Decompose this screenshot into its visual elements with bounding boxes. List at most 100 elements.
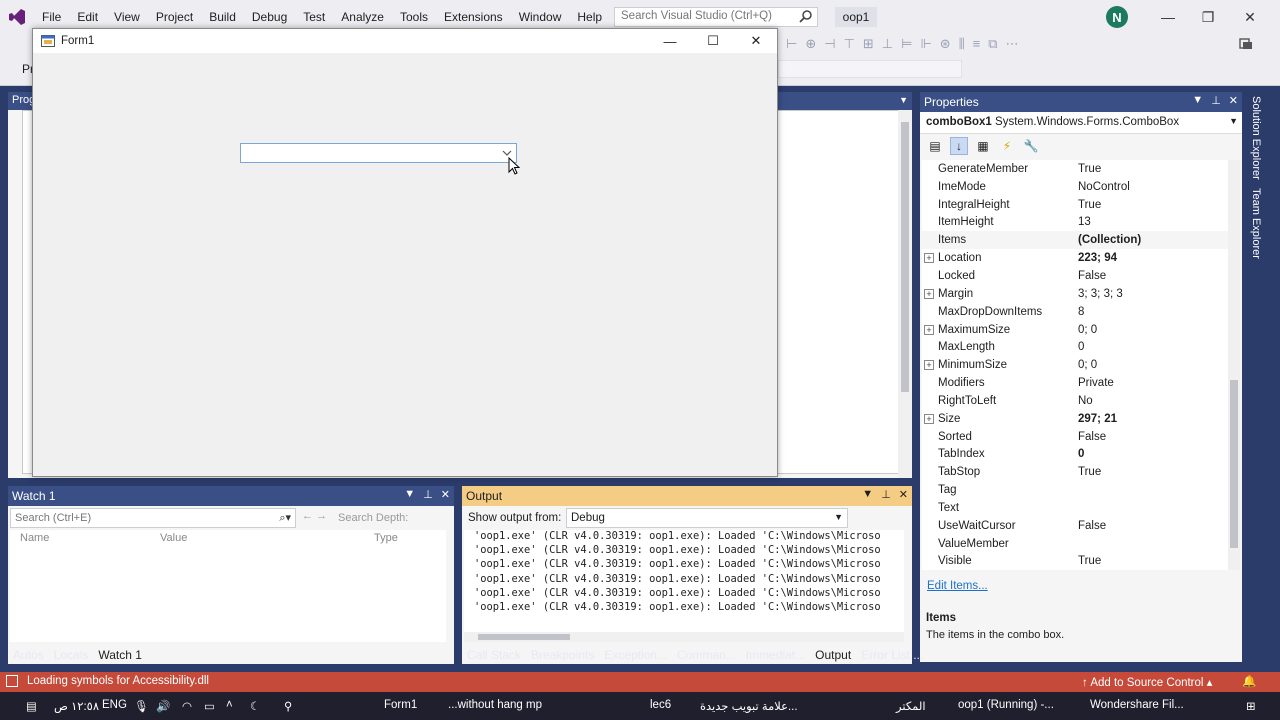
search-input[interactable]: Search Visual Studio (Ctrl+Q) <box>614 7 818 27</box>
taskbar-item-lec6[interactable]: lec6 <box>650 699 671 711</box>
close-button[interactable]: ✕ <box>1228 0 1272 34</box>
order-icon[interactable]: ⧉ <box>988 36 997 52</box>
expand-icon[interactable]: + <box>924 288 934 299</box>
expand-icon[interactable]: + <box>924 360 934 371</box>
tab-locals[interactable]: Locals <box>49 646 94 664</box>
tab-autos[interactable]: Autos <box>8 646 49 664</box>
scroll-thumb[interactable] <box>901 122 909 392</box>
align-center-icon[interactable]: ⊕ <box>805 36 816 52</box>
menu-extensions[interactable]: Extensions <box>436 10 511 24</box>
property-row[interactable]: IntegralHeight True <box>922 196 1234 214</box>
hspace-icon[interactable]: ⫼ <box>959 36 965 52</box>
back-forward-icon[interactable]: ← → <box>302 510 327 522</box>
night-light-icon[interactable]: ☾ <box>250 699 260 713</box>
edit-items-link[interactable]: Edit Items... <box>927 580 988 592</box>
property-row[interactable]: Locked False <box>922 267 1234 285</box>
property-row[interactable]: ImeMode NoControl <box>922 178 1234 196</box>
same-height-icon[interactable]: ⊩ <box>920 36 931 52</box>
notifications-icon[interactable]: ▤ <box>26 699 37 713</box>
property-row[interactable]: + Size 297; 21 <box>922 410 1234 428</box>
tab-breakpoints[interactable]: Breakpoints <box>526 646 599 664</box>
menu-help[interactable]: Help <box>569 10 610 24</box>
close-icon[interactable]: ✕ <box>441 488 450 501</box>
vspace-icon[interactable]: ≡ <box>973 36 981 52</box>
tab-call-stack[interactable]: Call Stack <box>462 646 526 664</box>
menu-test[interactable]: Test <box>295 10 333 24</box>
property-pages-icon[interactable]: 🔧 <box>1022 137 1040 155</box>
property-row-selected[interactable]: Items (Collection) <box>922 231 1234 250</box>
tab-error-list[interactable]: Error List ... <box>856 646 928 664</box>
battery-icon[interactable]: ▭ <box>204 699 215 713</box>
property-row[interactable]: ItemHeight 13 <box>922 214 1234 232</box>
taskbar-item-folder[interactable]: المكتر <box>896 699 926 713</box>
solution-explorer-tab[interactable]: Solution Explorer <box>1250 96 1262 180</box>
pin-icon[interactable]: ⊥ <box>1211 94 1221 107</box>
property-row[interactable]: + MaximumSize 0; 0 <box>922 321 1234 339</box>
dropdown-icon[interactable]: ▼ <box>862 488 873 501</box>
categorized-icon[interactable]: ▤ <box>926 137 944 155</box>
scroll-thumb[interactable] <box>478 634 570 640</box>
align-left-icon[interactable]: ⊢ <box>786 36 797 52</box>
chevron-down-icon[interactable]: ▼ <box>834 512 843 522</box>
taskbar-item-browser[interactable]: علامة تبويب جديدة... <box>700 699 798 713</box>
chevron-up-icon[interactable]: ˄ <box>226 699 233 711</box>
property-row[interactable]: Modifiers Private <box>922 374 1234 392</box>
menu-file[interactable]: File <box>34 10 69 24</box>
tab-immediate-window[interactable]: Immediat... <box>741 646 810 664</box>
output-source-dropdown[interactable]: Debug ▼ <box>566 508 848 528</box>
taskbar-clock[interactable]: ١٢:٥٨ ص <box>54 699 99 713</box>
expand-icon[interactable]: + <box>924 324 934 335</box>
watch-search-input[interactable]: Search (Ctrl+E) ⌕▾ <box>10 508 296 528</box>
restore-button[interactable]: ❐ <box>1186 0 1230 34</box>
property-row[interactable]: Tag <box>922 481 1234 499</box>
align-top-icon[interactable]: ⊤ <box>844 36 855 52</box>
designer-scrollbar[interactable] <box>898 110 912 478</box>
object-selector[interactable]: comboBox1 System.Windows.Forms.ComboBox … <box>920 112 1242 134</box>
search-icon[interactable]: ⌕▾ <box>279 511 291 525</box>
taskbar-item-wondershare[interactable]: Wondershare Fil... <box>1090 699 1184 711</box>
add-to-source-control-button[interactable]: ↑ Add to Source Control ▴ <box>1082 675 1212 689</box>
output-text[interactable]: 'oop1.exe' (CLR v4.0.30319: oop1.exe): L… <box>464 530 904 634</box>
properties-scrollbar[interactable] <box>1228 160 1240 570</box>
property-row[interactable]: + MinimumSize 0; 0 <box>922 356 1234 374</box>
tab-exception-settings[interactable]: Exception... <box>599 646 672 664</box>
output-hscrollbar[interactable] <box>464 632 904 642</box>
close-icon[interactable]: ✕ <box>1229 94 1238 107</box>
dropdown-icon[interactable]: ▼ <box>404 488 415 501</box>
align-middle-icon[interactable]: ⊞ <box>863 36 874 52</box>
chevron-down-icon[interactable]: ▼ <box>1229 116 1238 126</box>
menu-build[interactable]: Build <box>201 10 244 24</box>
minimize-button[interactable]: — <box>1146 0 1190 34</box>
taskbar-item-visual-studio[interactable]: oop1 (Running) -... <box>958 699 1054 711</box>
property-row[interactable]: UseWaitCursor False <box>922 517 1234 535</box>
form-minimize-button[interactable]: — <box>649 29 691 53</box>
expand-icon[interactable]: + <box>924 413 934 424</box>
dropdown-icon[interactable]: ▼ <box>1192 94 1203 107</box>
notification-bell-icon[interactable]: 🔔 <box>1242 674 1256 688</box>
volume-icon[interactable]: 🔊 <box>156 699 170 713</box>
property-row[interactable]: RightToLeft No <box>922 392 1234 410</box>
property-row[interactable]: MaxDropDownItems 8 <box>922 303 1234 321</box>
same-size-icon[interactable]: ⊛ <box>940 36 951 52</box>
property-row[interactable]: Visible True <box>922 553 1234 571</box>
people-icon[interactable]: ⚲ <box>284 699 292 713</box>
form-maximize-button[interactable]: ☐ <box>692 29 734 53</box>
property-row[interactable]: TabStop True <box>922 463 1234 481</box>
alphabetical-icon[interactable]: ↓ <box>950 137 968 155</box>
tab-command-window[interactable]: Comman... <box>672 646 741 664</box>
property-row[interactable]: GenerateMember True <box>922 160 1234 178</box>
events-icon[interactable]: ⚡ <box>998 137 1016 155</box>
pin-icon[interactable]: ⊥ <box>881 488 891 501</box>
property-row[interactable]: MaxLength 0 <box>922 338 1234 356</box>
property-row[interactable]: Sorted False <box>922 428 1234 446</box>
menu-edit[interactable]: Edit <box>69 10 106 24</box>
toolbar-dropdown[interactable] <box>778 60 962 78</box>
microphone-icon[interactable]: 🎙 <box>134 699 149 713</box>
align-bottom-icon[interactable]: ⊥ <box>882 36 893 52</box>
align-right-icon[interactable]: ⊣ <box>824 36 835 52</box>
property-row[interactable]: ValueMember <box>922 535 1234 553</box>
menu-view[interactable]: View <box>106 10 148 24</box>
scroll-thumb[interactable] <box>1230 380 1238 548</box>
tab-order-icon[interactable]: ⋯ <box>1006 36 1019 52</box>
taskbar-item-search[interactable]: ...without hang mp <box>448 699 542 711</box>
